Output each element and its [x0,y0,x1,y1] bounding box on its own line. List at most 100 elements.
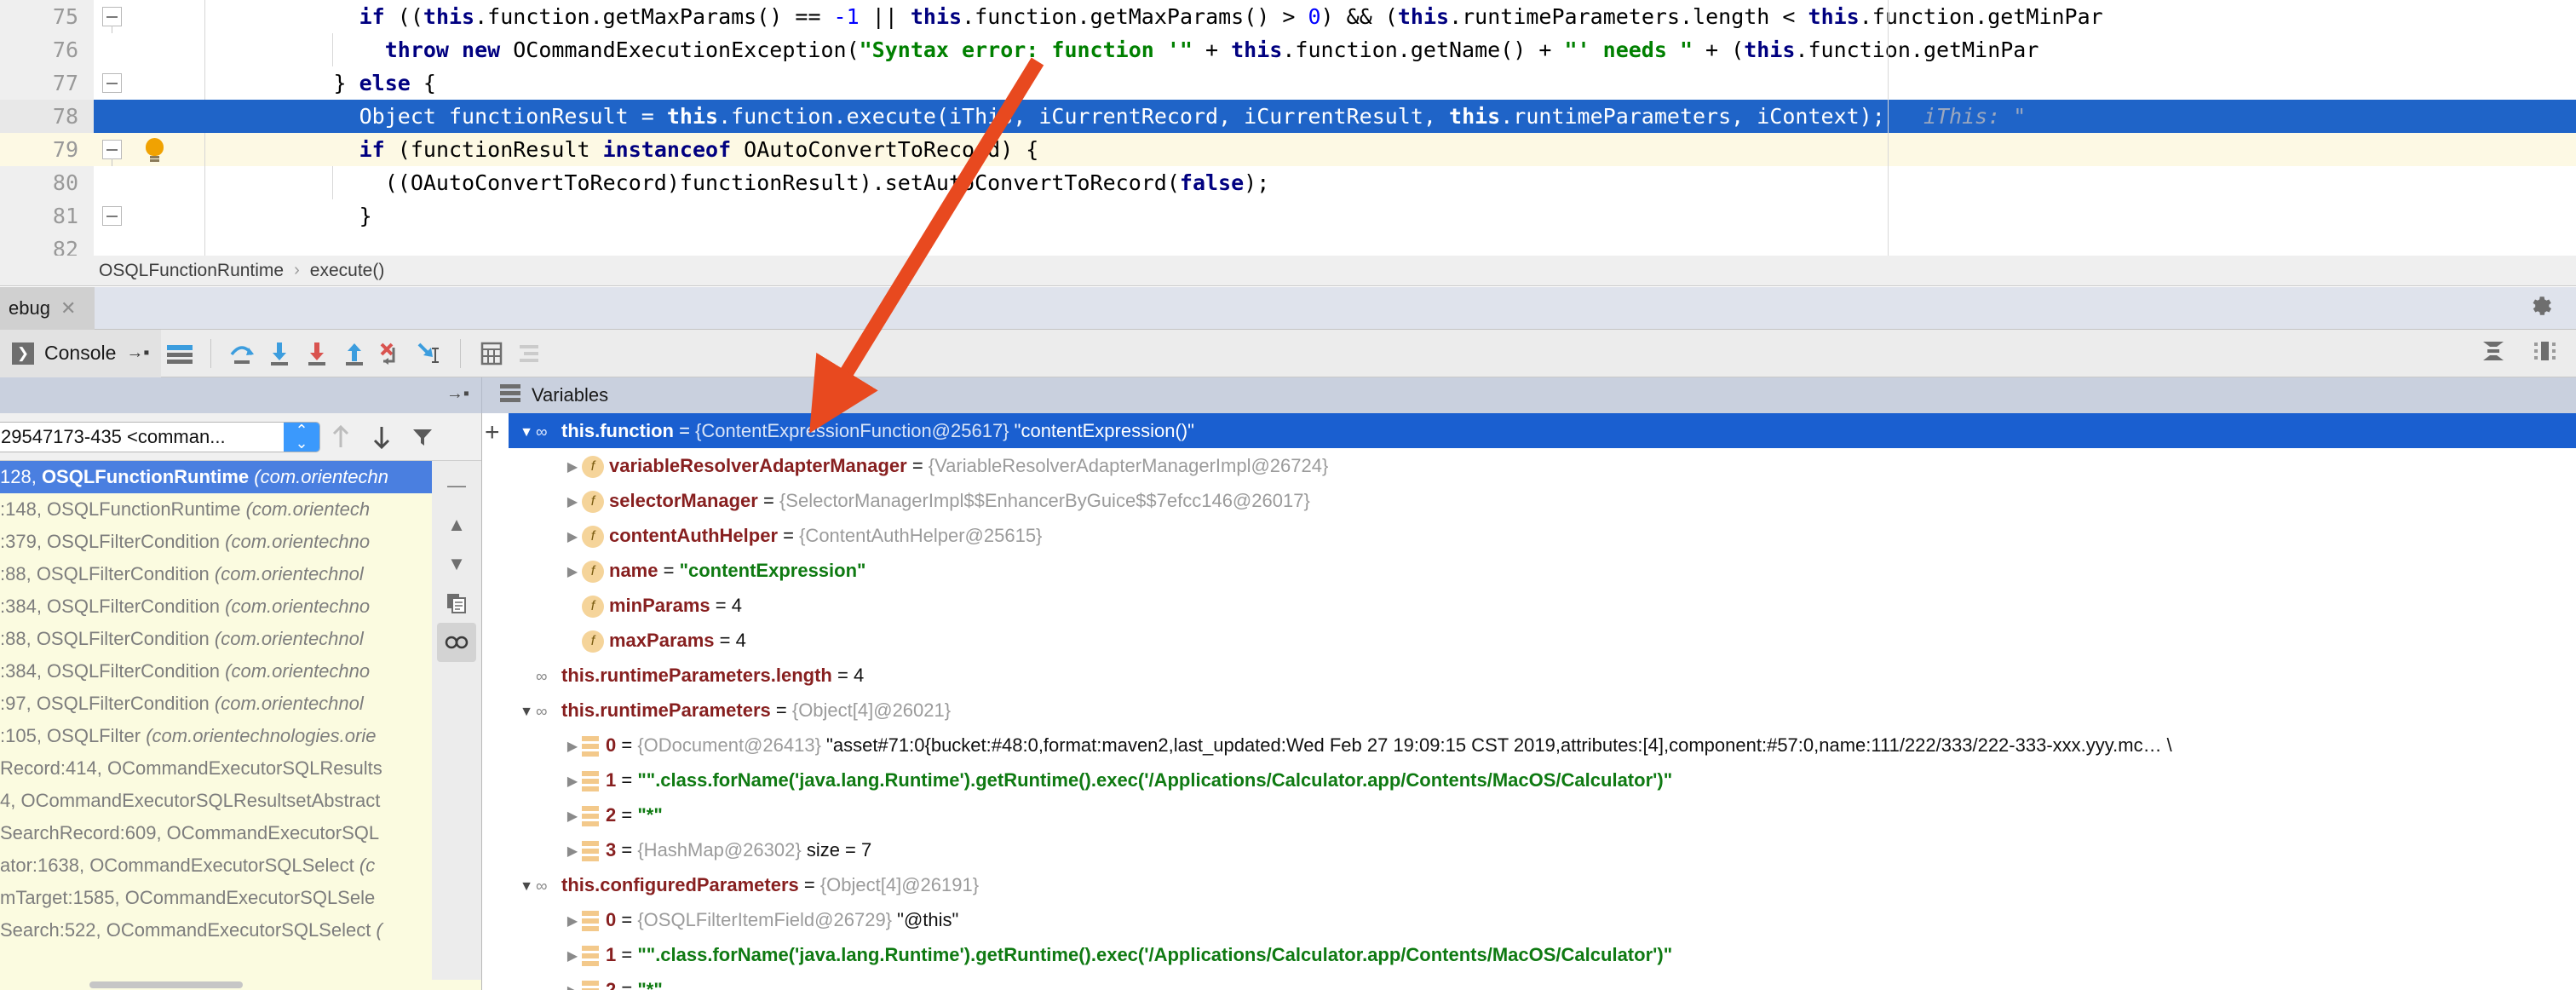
scroll-up-icon[interactable]: ▲ [437,505,476,544]
tab-debug[interactable]: ebug ✕ [0,286,95,330]
gear-icon[interactable] [2528,293,2554,323]
frame-list-item[interactable]: 128, OSQLFunctionRuntime (com.orientechn [0,461,481,493]
frame-list-item[interactable]: mTarget:1585, OCommandExecutorSQLSele [0,882,481,914]
code-line[interactable]: 80 ((OAutoConvertToRecord)functionResult… [0,166,2576,199]
expand-arrow-right-icon[interactable]: ▶ [563,729,582,763]
variable-row[interactable]: ▶ f selectorManager = {SelectorManagerImpl… [509,483,2576,518]
expand-arrow-right-icon[interactable]: ▶ [563,520,582,553]
force-step-into-icon[interactable] [298,330,336,377]
step-over-icon[interactable] [223,330,261,377]
expand-arrow-right-icon[interactable]: ▶ [563,799,582,832]
expand-arrow-right-icon[interactable]: ▶ [563,904,582,937]
code-line[interactable]: 77 } else { [0,66,2576,100]
frame-list-item[interactable]: Record:414, OCommandExecutorSQLResults [0,752,481,785]
frame-list-item[interactable]: :97, OSQLFilterCondition (com.orientechn… [0,688,481,720]
console-hide-icon[interactable]: →▪ [126,343,149,363]
variable-row[interactable]: f minParams = 4 [509,588,2576,623]
scrollbar-thumb[interactable] [89,981,243,988]
frame-list-item[interactable]: :384, OSQLFilterCondition (com.orientech… [0,655,481,688]
expand-arrow-right-icon[interactable]: ▶ [563,450,582,483]
show-execution-point-icon[interactable] [161,330,198,377]
expand-arrow-right-icon[interactable]: ▶ [563,485,582,518]
collapse-icon[interactable]: — [437,466,476,505]
expand-arrow-right-icon[interactable]: ▶ [563,555,582,588]
variable-row[interactable]: ▼ ∞ this.function = {ContentExpressionFunc… [509,413,2576,448]
fold-toggle-icon[interactable] [102,140,122,159]
frames-filter-icon[interactable] [402,413,443,461]
step-into-icon[interactable] [261,330,298,377]
frames-up-icon[interactable] [320,413,361,461]
fold-gutter[interactable] [94,66,132,100]
frames-panel[interactable]: 29547173-435 <comman... ⌃ ⌄ 128, OSQLFun… [0,413,482,990]
evaluate-expression-icon[interactable] [473,330,510,377]
variable-row[interactable]: ▶ 2 = "*" [509,972,2576,990]
variables-tree[interactable]: ▼ ∞ this.function = {ContentExpressionFunc… [483,413,2576,990]
frame-list-item[interactable]: SearchRecord:609, OCommandExecutorSQL [0,817,481,849]
fold-gutter[interactable] [94,33,132,66]
expand-arrow-down-icon[interactable]: ▼ [517,415,536,448]
breadcrumb[interactable]: OSQLFunctionRuntime › execute() [0,256,2576,286]
close-icon[interactable]: ✕ [60,297,76,319]
expand-arrow-right-icon[interactable]: ▶ [563,764,582,797]
intention-gutter[interactable] [132,133,186,166]
frames-down-icon[interactable] [361,413,402,461]
frame-list-item[interactable]: :379, OSQLFilterCondition (com.orientech… [0,526,481,558]
expand-arrow-right-icon[interactable]: ▶ [563,834,582,867]
fold-toggle-icon[interactable] [102,7,122,26]
code-line[interactable]: 81 } [0,199,2576,233]
intention-gutter[interactable] [132,100,186,133]
code-editor[interactable]: 75 if ((this.function.getMaxParams() == … [0,0,2576,256]
frame-list-item[interactable]: :148, OSQLFunctionRuntime (com.orientech [0,493,481,526]
chevron-updown-icon[interactable]: ⌃ ⌄ [284,422,319,452]
layout-icon[interactable] [2481,339,2506,367]
intention-gutter[interactable] [132,0,186,33]
variable-row[interactable]: ▶ 1 = "".class.forName('java.lang.Runtime… [509,763,2576,797]
fold-gutter[interactable] [94,100,132,133]
scroll-down-icon[interactable]: ▼ [437,544,476,584]
run-to-cursor-icon[interactable] [411,330,448,377]
intention-gutter[interactable] [132,199,186,233]
expand-arrow-right-icon[interactable]: ▶ [563,939,582,972]
frames-horizontal-scrollbar[interactable] [0,980,481,990]
expand-arrow-right-icon[interactable]: ▶ [563,974,582,990]
fold-gutter[interactable] [94,166,132,199]
fold-gutter[interactable] [94,0,132,60]
variable-row[interactable]: ▶ 1 = "".class.forName('java.lang.Runtime… [509,937,2576,972]
fold-gutter[interactable] [94,199,132,233]
drop-frame-icon[interactable] [373,330,411,377]
intention-gutter[interactable] [132,233,186,256]
variable-row[interactable]: ▼ ∞ this.runtimeParameters = {Object[4]@26… [509,693,2576,728]
variable-row[interactable]: ▶ 0 = {ODocument@26413} "asset#71:0{bucke… [509,728,2576,763]
variable-row[interactable]: ▶ f variableResolverAdapterManager = {Vari… [509,448,2576,483]
variable-row[interactable]: ∞ this.runtimeParameters.length = 4 [509,658,2576,693]
intention-gutter[interactable] [132,66,186,100]
frame-list-item[interactable]: ator:1638, OCommandExecutorSQLSelect (c [0,849,481,882]
frame-list-item[interactable]: :88, OSQLFilterCondition (com.orientechn… [0,623,481,655]
code-line[interactable]: 76 throw new OCommandExecutionException(… [0,33,2576,66]
copy-stack-icon[interactable] [437,584,476,623]
variable-row[interactable]: f maxParams = 4 [509,623,2576,658]
frame-list-item[interactable]: :88, OSQLFilterCondition (com.orientechn… [0,558,481,590]
expand-arrow-down-icon[interactable]: ▼ [517,869,536,902]
breadcrumb-class[interactable]: OSQLFunctionRuntime [94,261,289,281]
variable-row[interactable]: ▶ f name = "contentExpression" [509,553,2576,588]
frame-list-item[interactable]: :384, OSQLFilterCondition (com.orientech… [0,590,481,623]
fold-toggle-icon[interactable] [102,73,122,93]
mute-watches-icon[interactable] [437,623,476,662]
intention-gutter[interactable] [132,166,186,199]
code-line[interactable]: 79 if (functionResult instanceof OAutoCo… [0,133,2576,193]
frames-list[interactable]: 128, OSQLFunctionRuntime (com.orientechn… [0,461,481,990]
variable-row[interactable]: ▶ f contentAuthHelper = {ContentAuthHelper… [509,518,2576,553]
code-line[interactable]: 75 if ((this.function.getMaxParams() == … [0,0,2576,60]
variable-row[interactable]: ▼ ∞ this.configuredParameters = {Object[4]… [509,867,2576,902]
frame-list-item[interactable]: 4, OCommandExecutorSQLResultsetAbstract [0,785,481,817]
frame-list-item[interactable]: :105, OSQLFilter (com.orientechnologies.… [0,720,481,752]
code-line[interactable]: 82 [0,233,2576,256]
restore-layout-icon[interactable] [2532,339,2557,367]
variables-panel[interactable]: + ▼ ∞ this.function = {ContentExpressionFu… [483,413,2576,990]
lightbulb-icon[interactable] [146,138,164,158]
fold-gutter[interactable] [94,233,132,256]
console-button[interactable]: ❯ Console →▪ [0,329,162,377]
step-out-icon[interactable] [336,330,373,377]
breadcrumb-method[interactable]: execute() [305,261,390,281]
